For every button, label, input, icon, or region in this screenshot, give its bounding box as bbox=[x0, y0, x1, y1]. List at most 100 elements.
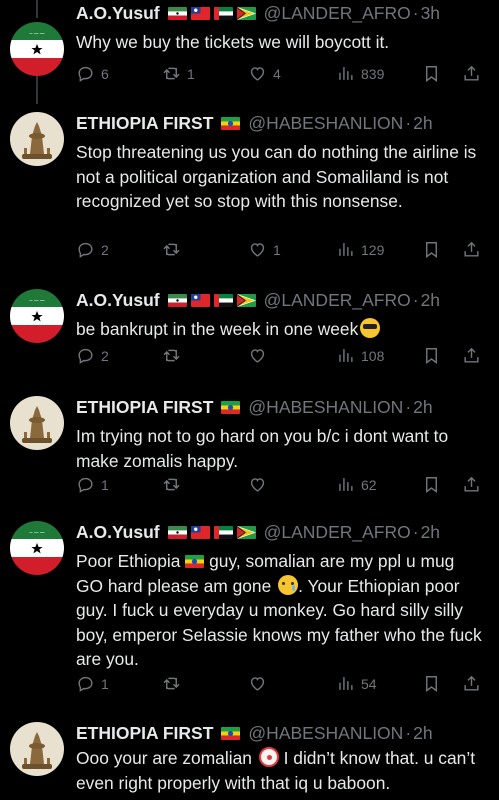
reply-count: 2 bbox=[101, 347, 109, 364]
avatar[interactable] bbox=[10, 396, 64, 450]
like-button[interactable] bbox=[248, 346, 273, 365]
flag-emojis bbox=[221, 401, 240, 414]
flag-emojis bbox=[168, 526, 256, 539]
share-button[interactable] bbox=[462, 64, 481, 83]
share-button[interactable] bbox=[462, 674, 481, 693]
like-button[interactable]: 4 bbox=[248, 64, 281, 83]
tweet-header: A.O.Yusuf @LANDER_AFRO · 3h bbox=[76, 2, 440, 24]
like-count: 1 bbox=[273, 241, 281, 258]
username[interactable]: @LANDER_AFRO bbox=[264, 521, 411, 543]
separator: · bbox=[405, 113, 412, 133]
display-name[interactable]: ETHIOPIA FIRST bbox=[76, 722, 213, 744]
crying-emoji bbox=[278, 574, 299, 595]
tweet[interactable]: A.O.Yusuf @LANDER_AFRO · 3h Why we buy t… bbox=[0, 0, 499, 100]
bookmark-button[interactable] bbox=[422, 64, 441, 83]
taiwan-flag bbox=[191, 294, 210, 307]
reply-button[interactable]: 2 bbox=[76, 240, 109, 259]
retweet-icon bbox=[162, 346, 181, 365]
like-button[interactable] bbox=[248, 674, 273, 693]
display-name[interactable]: ETHIOPIA FIRST bbox=[76, 112, 213, 134]
separator: · bbox=[405, 723, 412, 743]
username[interactable]: @LANDER_AFRO bbox=[264, 2, 411, 24]
views-icon bbox=[336, 64, 355, 83]
reply-button[interactable]: 2 bbox=[76, 346, 109, 365]
retweet-icon bbox=[162, 240, 181, 259]
display-name[interactable]: A.O.Yusuf bbox=[76, 289, 160, 311]
bookmark-icon bbox=[422, 346, 441, 365]
views-count: 108 bbox=[361, 347, 385, 364]
views-button[interactable]: 108 bbox=[336, 346, 384, 365]
tweet[interactable]: ETHIOPIA FIRST @HABESHANLION · 2h Ooo yo… bbox=[0, 720, 499, 800]
tweet[interactable]: A.O.Yusuf @LANDER_AFRO · 2h Poor Ethiopi… bbox=[0, 519, 499, 704]
avatar[interactable] bbox=[10, 112, 64, 166]
timestamp[interactable]: 2h bbox=[421, 521, 440, 543]
views-icon bbox=[336, 240, 355, 259]
tweet-header: A.O.Yusuf @LANDER_AFRO · 2h bbox=[76, 289, 440, 311]
display-name[interactable]: ETHIOPIA FIRST bbox=[76, 396, 213, 418]
like-button[interactable]: 1 bbox=[248, 240, 281, 259]
views-button[interactable]: 839 bbox=[336, 64, 384, 83]
like-button[interactable] bbox=[248, 475, 273, 494]
sunglasses-emoji bbox=[360, 318, 381, 338]
ethiopia-flag bbox=[221, 727, 240, 740]
timestamp[interactable]: 2h bbox=[413, 722, 432, 744]
avatar[interactable] bbox=[10, 22, 64, 76]
retweet-count: 1 bbox=[187, 65, 195, 82]
display-name[interactable]: A.O.Yusuf bbox=[76, 521, 160, 543]
taiwan-flag bbox=[191, 526, 210, 539]
share-button[interactable] bbox=[462, 475, 481, 494]
uae-flag bbox=[214, 526, 233, 539]
username[interactable]: @HABESHANLION bbox=[248, 722, 403, 744]
share-button[interactable] bbox=[462, 240, 481, 259]
timestamp[interactable]: 3h bbox=[421, 2, 440, 24]
reply-button[interactable]: 1 bbox=[76, 674, 109, 693]
reply-count: 1 bbox=[101, 675, 109, 692]
guyana-flag bbox=[237, 526, 256, 539]
separator: · bbox=[412, 3, 419, 23]
timestamp[interactable]: 2h bbox=[413, 112, 432, 134]
retweet-icon bbox=[162, 475, 181, 494]
ethiopia-flag bbox=[221, 117, 240, 130]
tweet-text-part: Ooo your are zomalian bbox=[76, 748, 252, 768]
action-bar: 2 1 129 bbox=[76, 240, 486, 260]
views-button[interactable]: 54 bbox=[336, 674, 377, 693]
views-count: 839 bbox=[361, 65, 385, 82]
like-icon bbox=[248, 64, 267, 83]
guyana-flag bbox=[237, 7, 256, 20]
bookmark-button[interactable] bbox=[422, 475, 441, 494]
avatar[interactable] bbox=[10, 722, 64, 776]
reply-icon bbox=[76, 475, 95, 494]
timestamp[interactable]: 2h bbox=[413, 396, 432, 418]
views-button[interactable]: 129 bbox=[336, 240, 384, 259]
avatar[interactable] bbox=[10, 521, 64, 575]
tweet[interactable]: A.O.Yusuf @LANDER_AFRO · 2h be bankrupt … bbox=[0, 287, 499, 382]
retweet-button[interactable] bbox=[162, 475, 187, 494]
bookmark-button[interactable] bbox=[422, 240, 441, 259]
username[interactable]: @LANDER_AFRO bbox=[264, 289, 411, 311]
bookmark-button[interactable] bbox=[422, 674, 441, 693]
tweet[interactable]: ETHIOPIA FIRST @HABESHANLION · 2h Im try… bbox=[0, 394, 499, 504]
tweet-text: Ooo your are zomalian I didn’t know that… bbox=[76, 746, 486, 795]
display-name[interactable]: A.O.Yusuf bbox=[76, 2, 160, 24]
like-icon bbox=[248, 240, 267, 259]
retweet-button[interactable] bbox=[162, 240, 187, 259]
username[interactable]: @HABESHANLION bbox=[248, 112, 403, 134]
clown-emoji bbox=[258, 747, 279, 767]
tweet[interactable]: ETHIOPIA FIRST @HABESHANLION · 2h Stop t… bbox=[0, 110, 499, 280]
reply-button[interactable]: 6 bbox=[76, 64, 109, 83]
flag-emojis bbox=[168, 7, 256, 20]
views-count: 129 bbox=[361, 241, 385, 258]
reply-button[interactable]: 1 bbox=[76, 475, 109, 494]
avatar[interactable] bbox=[10, 289, 64, 343]
username[interactable]: @HABESHANLION bbox=[248, 396, 403, 418]
retweet-button[interactable] bbox=[162, 674, 187, 693]
timestamp[interactable]: 2h bbox=[421, 289, 440, 311]
retweet-button[interactable]: 1 bbox=[162, 64, 195, 83]
bookmark-button[interactable] bbox=[422, 346, 441, 365]
views-button[interactable]: 62 bbox=[336, 475, 377, 494]
share-button[interactable] bbox=[462, 346, 481, 365]
retweet-button[interactable] bbox=[162, 346, 187, 365]
reply-count: 2 bbox=[101, 241, 109, 258]
tweet-header: ETHIOPIA FIRST @HABESHANLION · 2h bbox=[76, 396, 433, 418]
views-icon bbox=[336, 475, 355, 494]
